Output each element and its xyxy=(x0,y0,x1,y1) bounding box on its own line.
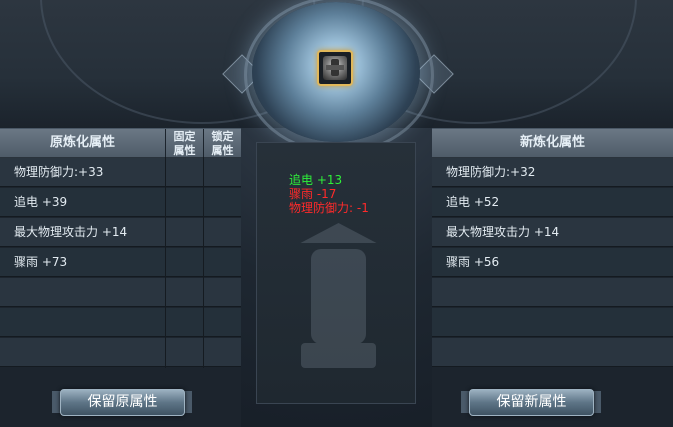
new-row: 骤雨 +56 xyxy=(432,248,673,277)
new-header: 新炼化属性 xyxy=(432,129,673,158)
new-row: 物理防御力:+32 xyxy=(432,158,673,187)
fixed-attr-header: 固定 属性 xyxy=(166,129,203,158)
new-row xyxy=(432,278,673,307)
item-slot[interactable] xyxy=(317,50,353,86)
column-divider xyxy=(165,157,166,368)
new-attr xyxy=(432,278,673,307)
original-attr: 物理防御力:+33 xyxy=(14,165,104,179)
column-divider xyxy=(203,157,204,368)
new-attr: 骤雨 +56 xyxy=(446,255,500,269)
refine-window: 原炼化属性 固定 属性 锁定 属性 物理防御力:+33 追电 +39 最大物理攻… xyxy=(0,0,673,427)
keep-new-button[interactable]: 保留新属性 xyxy=(469,389,594,416)
new-attributes-panel: 新炼化属性 物理防御力:+32 追电 +52 最大物理攻击力 +14 骤雨 +5… xyxy=(432,128,673,427)
keep-original-button[interactable]: 保留原属性 xyxy=(60,389,185,416)
original-attr: 最大物理攻击力 +14 xyxy=(14,225,128,239)
lantern-watermark xyxy=(291,223,386,373)
original-header: 原炼化属性 xyxy=(0,129,165,158)
original-row xyxy=(0,278,241,307)
original-row: 最大物理攻击力 +14 xyxy=(0,218,241,247)
new-attr: 物理防御力:+32 xyxy=(446,165,536,179)
change-preview-panel: 追电 +13 骤雨 -17 物理防御力: -1 xyxy=(256,142,416,404)
fixed-header-line1: 固定 xyxy=(173,130,196,143)
original-attr: 追电 +39 xyxy=(14,195,68,209)
new-row: 追电 +52 xyxy=(432,188,673,217)
original-row: 骤雨 +73 xyxy=(0,248,241,277)
armor-icon xyxy=(323,56,347,80)
original-row: 物理防御力:+33 xyxy=(0,158,241,187)
new-row xyxy=(432,338,673,367)
original-attr xyxy=(0,278,165,307)
change-line: 骤雨 -17 xyxy=(289,187,337,201)
original-attr xyxy=(0,308,165,337)
new-attr xyxy=(432,338,673,367)
original-attributes-panel: 原炼化属性 固定 属性 锁定 属性 物理防御力:+33 追电 +39 最大物理攻… xyxy=(0,128,241,427)
original-title: 原炼化属性 xyxy=(49,135,115,150)
original-row xyxy=(0,338,241,367)
fixed-header-line2: 属性 xyxy=(173,144,196,157)
original-attr xyxy=(0,338,165,367)
new-attr: 最大物理攻击力 +14 xyxy=(446,225,560,239)
change-line: 追电 +13 xyxy=(289,173,343,187)
new-row: 最大物理攻击力 +14 xyxy=(432,218,673,247)
locked-attr-header: 锁定 属性 xyxy=(204,129,241,158)
locked-header-line2: 属性 xyxy=(211,144,234,157)
new-title: 新炼化属性 xyxy=(519,135,585,150)
new-row xyxy=(432,308,673,337)
original-attr: 骤雨 +73 xyxy=(14,255,68,269)
original-row: 追电 +39 xyxy=(0,188,241,217)
change-line: 物理防御力: -1 xyxy=(289,201,369,215)
original-row xyxy=(0,308,241,337)
new-attr: 追电 +52 xyxy=(446,195,500,209)
locked-header-line1: 锁定 xyxy=(211,130,234,143)
new-attr xyxy=(432,308,673,337)
